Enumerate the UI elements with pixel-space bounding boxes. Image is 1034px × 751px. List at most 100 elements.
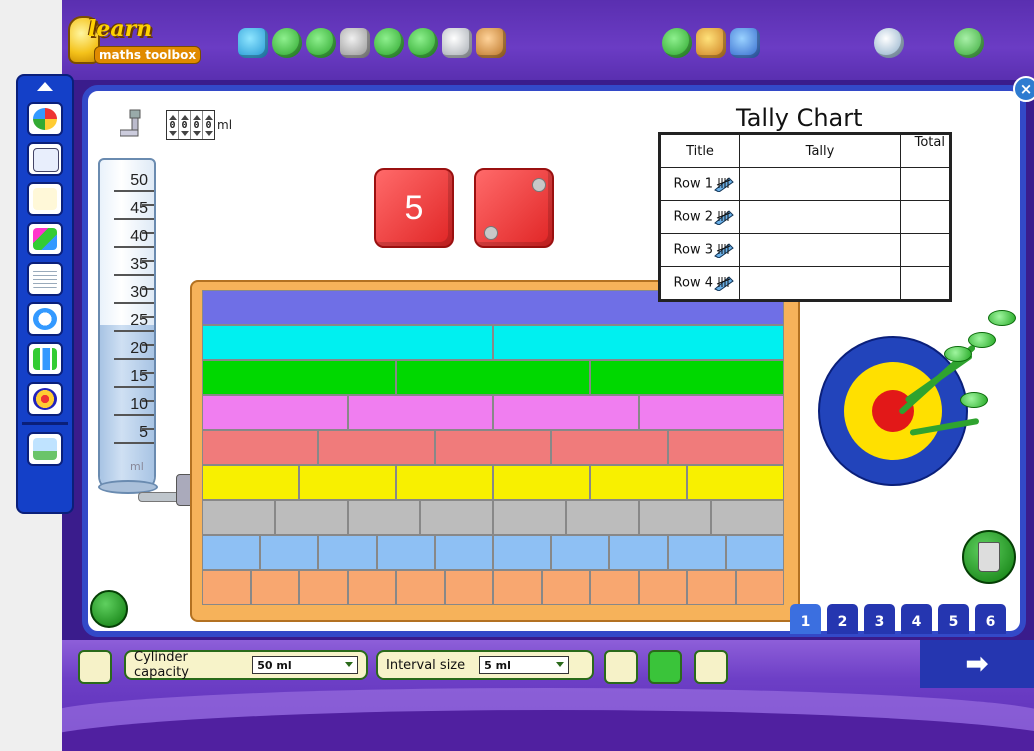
fraction-bar[interactable] [347, 570, 396, 605]
top-volume-counter[interactable]: 0 0 0 0 ml [166, 108, 232, 142]
target-button[interactable] [27, 382, 63, 416]
fraction-bar[interactable] [687, 570, 736, 605]
counter-digit[interactable]: 0 [203, 111, 214, 139]
tally-pencil-icon[interactable] [713, 242, 735, 258]
fraction-bar[interactable] [434, 430, 552, 465]
fraction-bar[interactable] [396, 570, 445, 605]
number-cards-button[interactable] [27, 142, 63, 176]
fraction-bar[interactable] [250, 570, 299, 605]
fraction-bar[interactable] [318, 430, 435, 465]
fraction-bar[interactable] [274, 500, 348, 535]
fraction-bar[interactable] [202, 465, 299, 500]
page-tab[interactable]: 5 [938, 604, 969, 634]
tally-cell[interactable] [739, 266, 901, 300]
fraction-bar[interactable] [202, 570, 251, 605]
fraction-bar[interactable] [590, 570, 639, 605]
tally-cell[interactable] [739, 167, 901, 201]
fraction-bar[interactable] [667, 430, 785, 465]
fraction-bar[interactable] [565, 500, 639, 535]
refresh-icon[interactable] [648, 650, 682, 684]
fraction-bar[interactable] [493, 500, 566, 535]
total-cell[interactable] [900, 233, 950, 267]
fraction-bar[interactable] [551, 430, 668, 465]
tap-icon[interactable] [120, 108, 148, 138]
print-icon[interactable] [340, 28, 370, 58]
fraction-bar[interactable] [541, 570, 590, 605]
counter-digit[interactable]: 0 [191, 111, 203, 139]
fraction-bar[interactable] [434, 535, 494, 570]
page-tab[interactable]: 4 [901, 604, 932, 634]
close-icon[interactable]: × [1013, 76, 1034, 102]
fraction-bar[interactable] [493, 465, 590, 500]
shapes2-icon[interactable] [730, 28, 760, 58]
total-cell[interactable] [900, 266, 950, 300]
shapes-palette-button[interactable] [27, 222, 63, 256]
fraction-wall-row[interactable] [202, 500, 784, 535]
tally-pencil-icon[interactable] [713, 275, 735, 291]
fraction-bar[interactable] [551, 535, 610, 570]
fraction-bar[interactable] [667, 535, 726, 570]
background-image-button[interactable] [27, 432, 63, 466]
fraction-wall-row[interactable] [202, 325, 784, 360]
notepad-bottom-button[interactable] [694, 650, 728, 684]
fraction-bar[interactable] [202, 430, 319, 465]
fraction-bar[interactable] [735, 570, 784, 605]
fraction-bar[interactable] [493, 570, 542, 605]
fraction-bar[interactable] [493, 535, 552, 570]
fraction-wall-row[interactable] [202, 465, 784, 500]
fraction-bar[interactable] [590, 360, 784, 395]
fraction-bar[interactable] [202, 325, 493, 360]
paint-icon[interactable] [408, 28, 438, 58]
fraction-wall-row[interactable] [202, 535, 785, 570]
fraction-bar[interactable] [347, 500, 421, 535]
copy-icon[interactable] [442, 28, 472, 58]
cylinder-capacity-select[interactable]: 50 ml [252, 656, 358, 674]
number-die[interactable]: 5 [374, 168, 454, 248]
tally-row[interactable]: Row 1 [660, 167, 950, 201]
pen-icon[interactable] [662, 28, 692, 58]
fraction-bar[interactable] [420, 500, 493, 535]
fraction-bar[interactable] [318, 535, 377, 570]
fraction-bar[interactable] [609, 535, 668, 570]
fraction-bar[interactable] [444, 570, 493, 605]
measuring-cylinder[interactable]: ml 50 45 40 35 30 25 20 15 10 5 [98, 158, 156, 492]
fraction-bar[interactable] [493, 325, 784, 360]
fraction-wall-row[interactable] [202, 360, 784, 395]
tally-pencil-icon[interactable] [713, 209, 735, 225]
clock-button[interactable] [27, 302, 63, 336]
tally-cell[interactable] [739, 200, 901, 234]
fraction-bar[interactable] [347, 395, 493, 430]
new-page-icon[interactable] [238, 28, 268, 58]
help-icon[interactable] [954, 28, 984, 58]
tally-row[interactable]: Row 4 [660, 266, 950, 300]
grid-toggle-button[interactable] [78, 650, 112, 684]
fraction-bar[interactable] [725, 535, 785, 570]
fraction-bar[interactable] [202, 360, 396, 395]
fraction-bar[interactable] [299, 570, 348, 605]
save-icon[interactable] [306, 28, 336, 58]
dot-die[interactable] [474, 168, 554, 248]
page-tab[interactable]: 2 [827, 604, 858, 634]
shapes-icon[interactable] [696, 28, 726, 58]
fraction-bar[interactable] [638, 395, 784, 430]
fraction-bar[interactable] [299, 465, 396, 500]
tally-chart[interactable]: Title Tally Total Row 1 Row 2 Row 3 Row … [658, 132, 952, 302]
sum-cards-button[interactable] [27, 182, 63, 216]
fraction-bar[interactable] [493, 395, 639, 430]
fraction-wall-row[interactable] [202, 430, 785, 465]
paste-icon[interactable] [476, 28, 506, 58]
tally-row[interactable]: Row 2 [660, 200, 950, 234]
fraction-bar[interactable] [711, 500, 784, 535]
counter-digit[interactable]: 0 [179, 111, 191, 139]
fraction-wall-row[interactable] [202, 395, 784, 430]
trash-icon[interactable] [962, 530, 1016, 584]
counter-digit[interactable]: 0 [167, 111, 179, 139]
tally-cell[interactable] [739, 233, 901, 267]
tally-row[interactable]: Row 3 [660, 233, 950, 267]
palette-scroll-up-icon[interactable] [37, 82, 53, 91]
total-cell[interactable] [900, 167, 950, 201]
cut-icon[interactable] [374, 28, 404, 58]
fraction-bar[interactable] [396, 465, 493, 500]
fraction-wall[interactable] [202, 290, 785, 606]
next-page-button[interactable]: ➡ [920, 640, 1034, 688]
